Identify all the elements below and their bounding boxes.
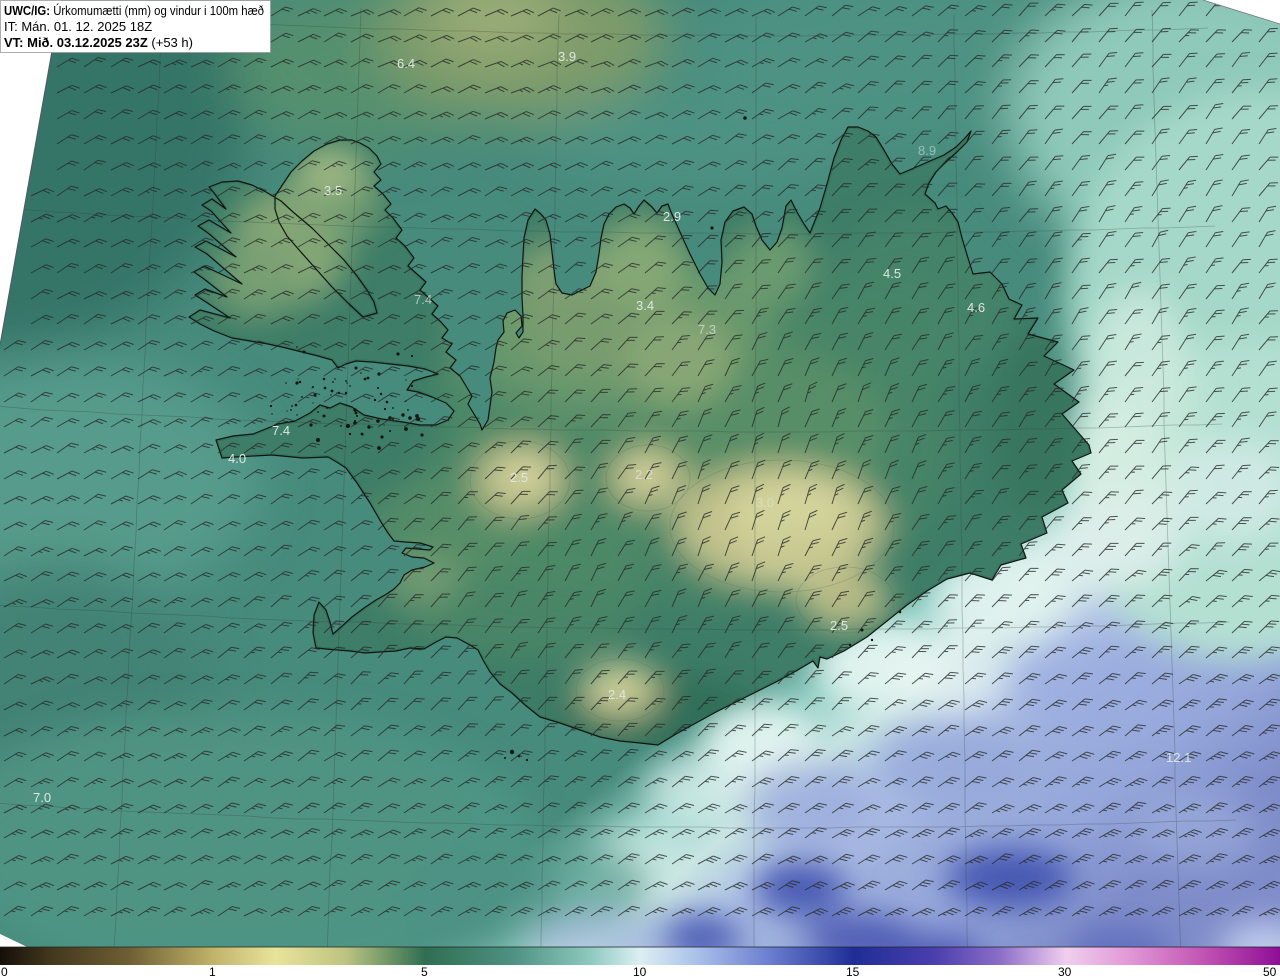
svg-text:UWC/IG: Úrkomumætti (mm) og vi: UWC/IG: Úrkomumætti (mm) og vindur i 100… bbox=[4, 3, 264, 18]
svg-text:1: 1 bbox=[209, 965, 216, 978]
svg-text:2.5: 2.5 bbox=[830, 618, 848, 633]
svg-text:3.5: 3.5 bbox=[324, 183, 342, 198]
svg-text:7.3: 7.3 bbox=[698, 322, 716, 337]
svg-text:2.4: 2.4 bbox=[608, 687, 626, 702]
svg-text:15: 15 bbox=[846, 965, 860, 978]
svg-text:7.4: 7.4 bbox=[414, 292, 432, 307]
svg-text:2.2: 2.2 bbox=[635, 467, 653, 482]
svg-text:0: 0 bbox=[1, 965, 8, 978]
svg-text:10: 10 bbox=[633, 965, 647, 978]
svg-text:8.9: 8.9 bbox=[918, 143, 936, 158]
svg-text:4.6: 4.6 bbox=[967, 300, 985, 315]
svg-text:4.5: 4.5 bbox=[883, 266, 901, 281]
svg-text:VT: Mið. 03.12.2025 23Z (+53 h: VT: Mið. 03.12.2025 23Z (+53 h) bbox=[4, 35, 193, 50]
svg-text:7.4: 7.4 bbox=[272, 423, 290, 438]
svg-text:2.9: 2.9 bbox=[663, 209, 681, 224]
svg-text:3.9: 3.9 bbox=[558, 49, 576, 64]
svg-text:3.4: 3.4 bbox=[636, 298, 654, 313]
svg-text:6.4: 6.4 bbox=[397, 56, 415, 71]
svg-text:5: 5 bbox=[421, 965, 428, 978]
svg-text:IT: Mán. 01. 12. 2025 18Z: IT: Mán. 01. 12. 2025 18Z bbox=[4, 19, 152, 34]
svg-text:3.0: 3.0 bbox=[756, 495, 774, 510]
svg-text:50: 50 bbox=[1263, 965, 1277, 978]
svg-text:7.0: 7.0 bbox=[33, 790, 51, 805]
svg-text:4.0: 4.0 bbox=[228, 451, 246, 466]
svg-text:30: 30 bbox=[1058, 965, 1072, 978]
svg-text:12.1: 12.1 bbox=[1166, 750, 1191, 765]
svg-text:2.5: 2.5 bbox=[510, 470, 528, 485]
